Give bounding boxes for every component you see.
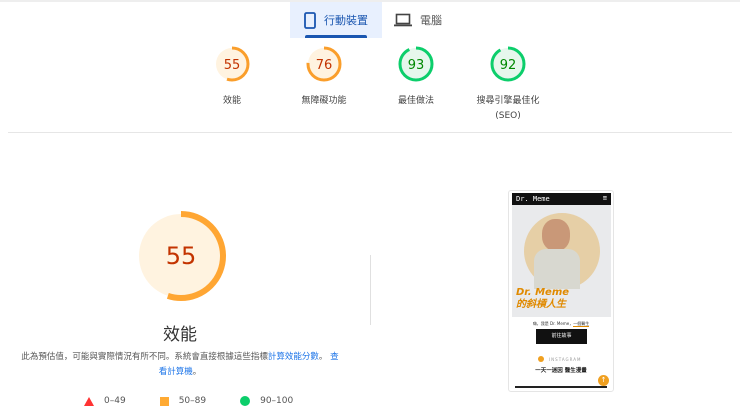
score-gauge[interactable]: 76 無障礙功能 [301,44,347,109]
gauge-label: 最佳做法 [397,96,434,106]
score-gauge[interactable]: 92 搜尋引擎最佳化 (SEO) [476,44,540,124]
circle-icon [240,396,251,406]
tab-mobile[interactable]: 行動裝置 [290,2,382,38]
svg-text:93: 93 [408,58,425,73]
hero-image: Dr. Meme 的斜槓人生 [512,205,611,317]
section-title: 效能 [163,325,197,345]
svg-text:55: 55 [224,58,241,73]
score-value: 55 [166,242,197,270]
gauge-ring: 93 [398,46,434,82]
back-to-top-icon: ↑ [598,375,609,386]
story-button: 前往故事 [536,329,587,344]
svg-text:76: 76 [316,58,333,73]
svg-text:92: 92 [500,58,517,73]
page-screenshot: Dr. Meme ≡ Dr. Meme 的斜槓人生 嗨，我是 Dr. Meme，一個… [508,190,614,392]
laptop-icon [394,13,412,27]
triangle-icon [84,396,94,406]
vertical-divider [370,255,371,325]
smartphone-icon [304,11,316,29]
score-gauge[interactable]: 55 效能 [212,44,252,109]
gauge-ring: 55 [214,46,250,82]
tab-desktop[interactable]: 電腦 [394,2,442,38]
performance-gauge-large: 55 [134,209,228,307]
tab-label: 電腦 [420,14,442,27]
tab-label: 行動裝置 [324,14,368,27]
gauge-label: 搜尋引擎最佳化 (SEO) [476,96,540,121]
site-header: Dr. Meme ≡ [512,193,611,205]
gauge-ring: 92 [490,46,526,82]
gauge-ring: 76 [306,46,342,82]
square-icon [159,396,169,406]
calc-score-link[interactable]: 計算效能分數 [268,352,319,362]
gauge-label: 無障礙功能 [301,96,347,106]
menu-icon: ≡ [602,194,607,202]
score-legend: 0–49 50–89 90–100 [84,396,293,406]
score-gauge[interactable]: 93 最佳做法 [396,44,436,109]
divider [8,132,732,133]
description: 此為預估值，可能與實際情況有所不同。系統會直接根據這些指標計算效能分數。 查看計… [21,352,339,377]
gauge-label: 效能 [222,96,241,106]
